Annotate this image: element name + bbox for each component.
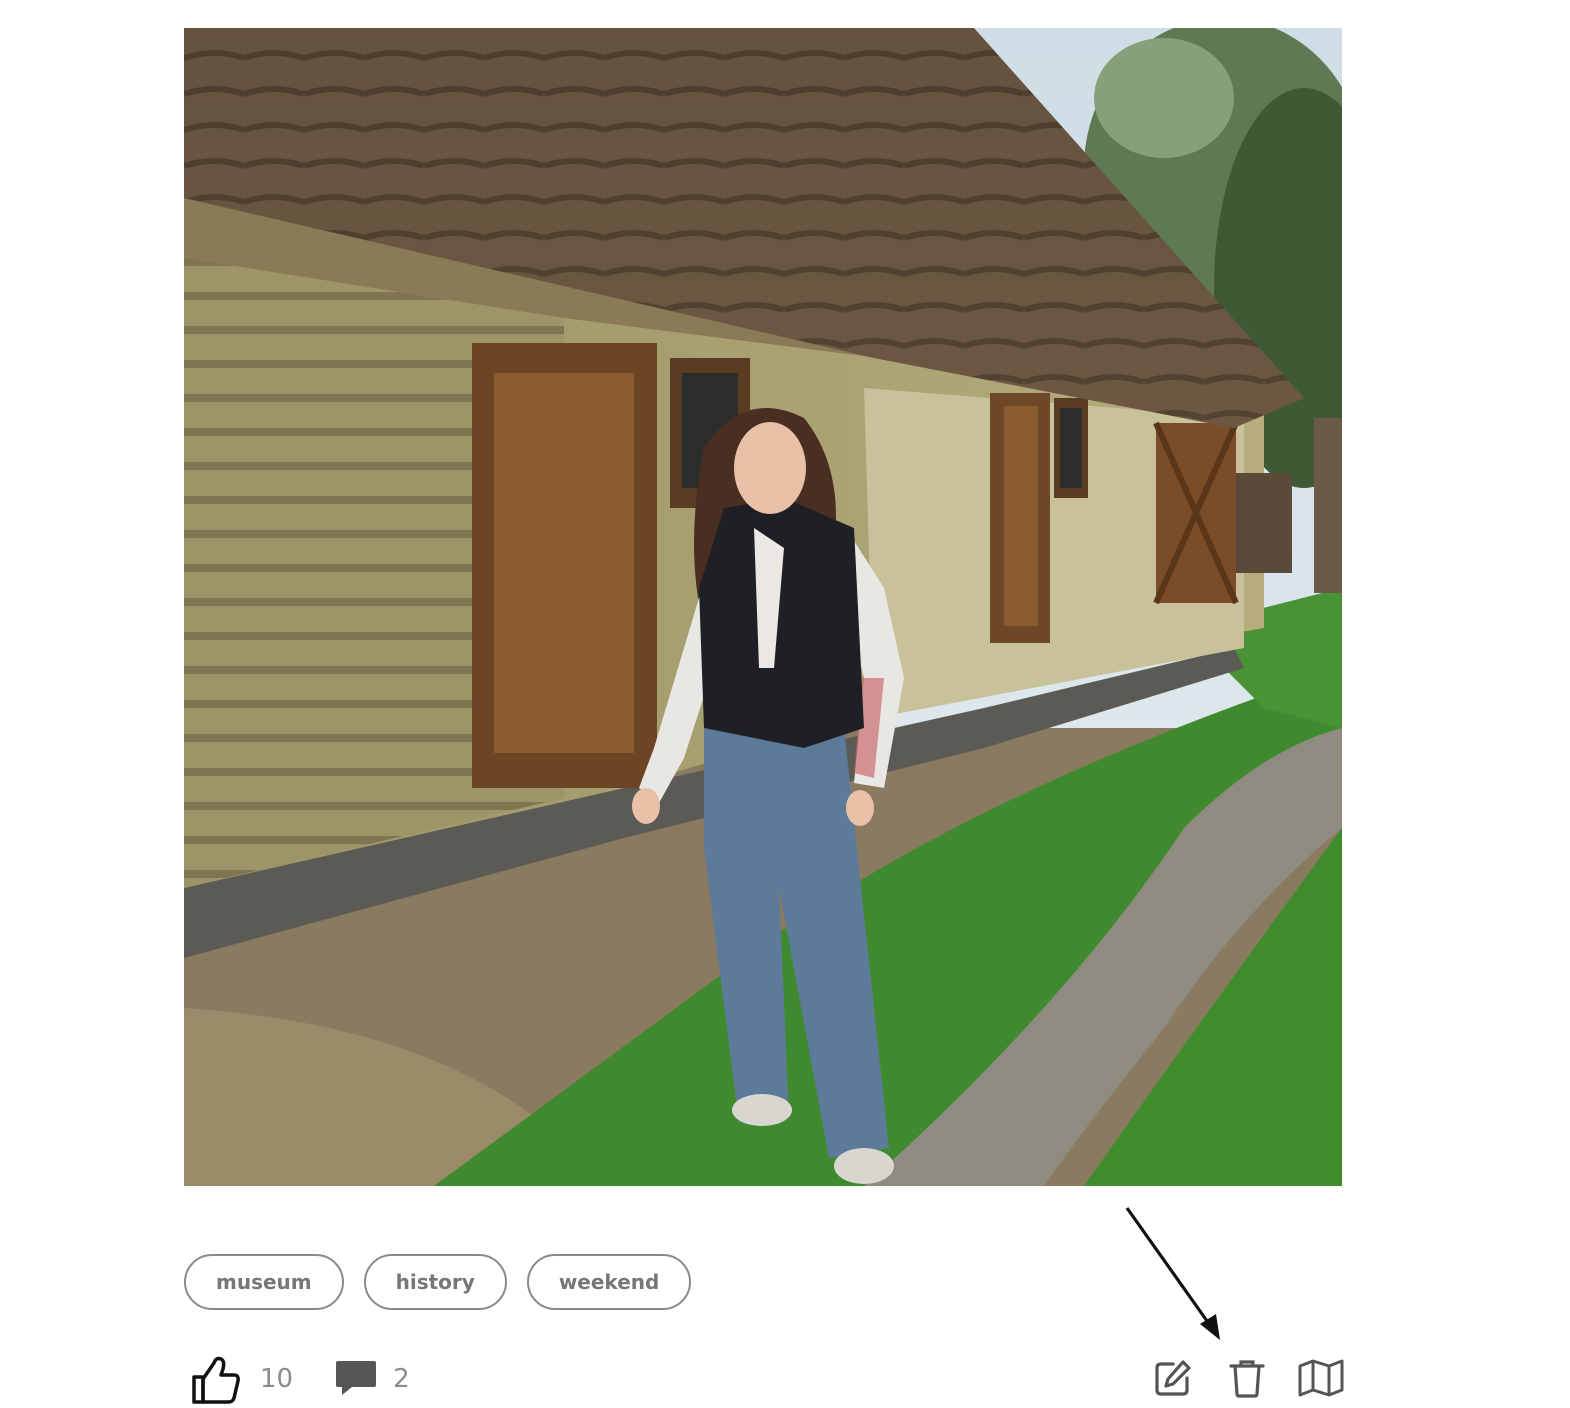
post-photo xyxy=(184,28,1342,1186)
comment-icon xyxy=(336,1361,377,1395)
thumbs-up-icon xyxy=(192,1356,240,1404)
post-photo-image xyxy=(184,28,1342,1186)
comment-button[interactable] xyxy=(333,1357,379,1401)
edit-button[interactable] xyxy=(1150,1356,1196,1400)
tag-chip[interactable]: weekend xyxy=(526,1254,692,1310)
annotation-arrow-icon xyxy=(1125,1207,1220,1340)
post-tools xyxy=(1150,1356,1344,1400)
edit-icon xyxy=(1155,1360,1191,1396)
tag-chip[interactable]: museum xyxy=(184,1254,344,1310)
tag-chip[interactable]: history xyxy=(363,1254,507,1310)
map-button[interactable] xyxy=(1298,1356,1344,1400)
delete-button[interactable] xyxy=(1224,1356,1270,1400)
map-icon xyxy=(1298,1359,1344,1397)
comment-count: 2 xyxy=(393,1364,410,1394)
like-count: 10 xyxy=(260,1364,294,1394)
engagement-bar: 10 2 xyxy=(190,1350,410,1408)
tag-list: museum history weekend xyxy=(184,1254,692,1310)
like-button[interactable] xyxy=(190,1353,242,1405)
trash-icon xyxy=(1229,1360,1265,1398)
